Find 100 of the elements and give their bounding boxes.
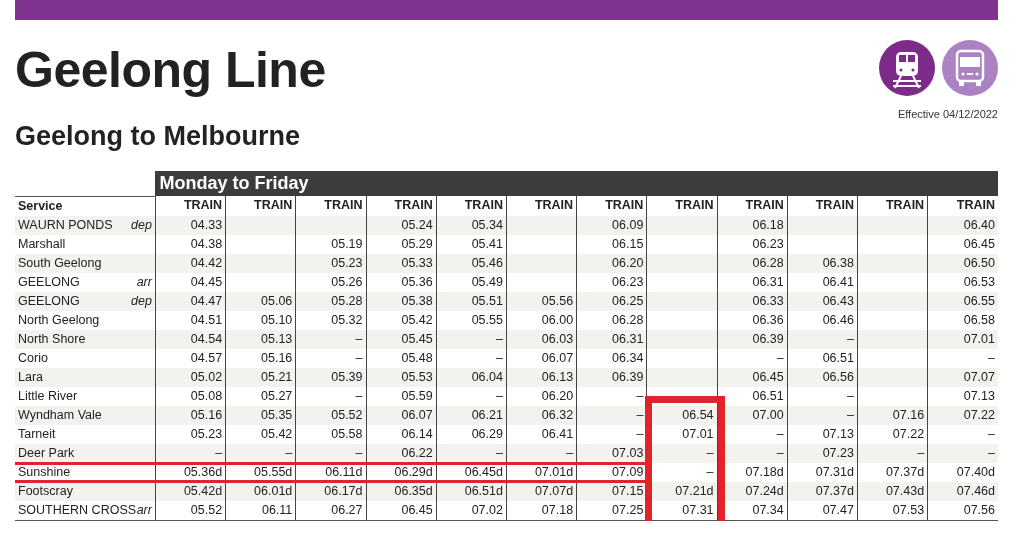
- time-cell: 07.01d: [534, 463, 574, 480]
- time-cell: 07.56: [963, 501, 995, 518]
- time-cell: 07.18d: [745, 463, 784, 480]
- time-cell: 04.42: [190, 254, 223, 271]
- station-name: Wyndham Vale: [18, 406, 102, 423]
- time-cell: 06.20: [541, 387, 574, 404]
- time-cell: 07.21d: [675, 482, 714, 499]
- time-cell: 06.51d: [464, 482, 503, 499]
- time-cell: –: [988, 349, 995, 366]
- time-cell: 06.29: [471, 425, 503, 442]
- time-cell: 07.03: [612, 444, 644, 461]
- time-cell: 04.33: [190, 216, 223, 233]
- column-header: TRAIN: [506, 196, 577, 216]
- time-cell: 06.45: [752, 368, 784, 385]
- time-cell: 06.18: [752, 216, 784, 233]
- time-cell: 05.21: [261, 368, 293, 385]
- time-cell: 05.16: [190, 406, 223, 423]
- time-cell: 05.13: [261, 330, 293, 347]
- column-header: TRAIN: [857, 196, 928, 216]
- time-cell: 06.01d: [254, 482, 293, 499]
- time-cell: –: [847, 387, 854, 404]
- stop-type-label: dep: [131, 292, 152, 309]
- train-icon: [879, 40, 935, 96]
- time-cell: 07.01: [682, 425, 714, 442]
- time-cell: 06.11d: [325, 463, 363, 480]
- time-cell: 07.53: [892, 501, 925, 518]
- time-cell: 05.35: [261, 406, 293, 423]
- time-cell: 06.50: [963, 254, 995, 271]
- stop-type-label: arr: [136, 273, 152, 290]
- time-cell: –: [988, 444, 995, 461]
- station-name: Lara: [18, 368, 44, 385]
- time-cell: 06.28: [752, 254, 784, 271]
- time-cell: 06.00: [541, 311, 574, 328]
- column-header: TRAIN: [717, 196, 788, 216]
- time-cell: 05.33: [401, 254, 433, 271]
- time-cell: 05.16: [261, 349, 293, 366]
- time-cell: 05.38: [401, 292, 433, 309]
- time-cell: 05.32: [331, 311, 363, 328]
- time-cell: 06.51: [822, 349, 854, 366]
- time-cell: 05.55d: [254, 463, 293, 480]
- time-cell: 07.09: [612, 463, 644, 480]
- time-cell: 04.51: [190, 311, 223, 328]
- time-cell: 06.23: [752, 235, 784, 252]
- time-cell: 06.39: [612, 368, 644, 385]
- time-cell: –: [495, 349, 503, 366]
- time-cell: 07.23: [822, 444, 854, 461]
- time-cell: 06.23: [612, 273, 644, 290]
- stop-type-label: arr: [136, 501, 152, 518]
- time-cell: 05.34: [471, 216, 503, 233]
- time-cell: 04.47: [190, 292, 223, 309]
- time-cell: 06.56: [822, 368, 854, 385]
- time-cell: –: [285, 444, 293, 461]
- time-cell: 05.41: [471, 235, 503, 252]
- time-cell: 07.34: [752, 501, 784, 518]
- time-cell: –: [776, 444, 784, 461]
- time-cell: 05.53: [401, 368, 433, 385]
- time-cell: –: [495, 444, 503, 461]
- station-name: SOUTHERN CROSS: [18, 501, 137, 518]
- time-cell: –: [636, 406, 644, 423]
- section-title: Geelong to Melbourne: [15, 120, 301, 152]
- time-cell: 05.56: [541, 292, 574, 309]
- time-cell: 06.22: [401, 444, 433, 461]
- time-cell: –: [917, 444, 925, 461]
- time-cell: 05.52: [331, 406, 363, 423]
- time-cell: 07.01: [963, 330, 995, 347]
- column-header: TRAIN: [366, 196, 437, 216]
- time-cell: 06.11: [261, 501, 293, 518]
- time-cell: 05.42d: [183, 482, 223, 499]
- time-cell: 06.36: [752, 311, 784, 328]
- time-cell: –: [566, 444, 574, 461]
- time-cell: 06.31: [752, 273, 784, 290]
- column-header: TRAIN: [927, 196, 998, 216]
- time-cell: 06.39: [752, 330, 784, 347]
- time-cell: 06.07: [541, 349, 574, 366]
- day-header: Monday to Friday: [155, 171, 998, 196]
- time-cell: 05.59: [401, 387, 433, 404]
- time-cell: –: [636, 387, 644, 404]
- time-cell: 07.13: [963, 387, 995, 404]
- time-cell: 06.20: [612, 254, 644, 271]
- time-cell: 07.40d: [956, 463, 995, 480]
- time-cell: 06.31: [612, 330, 644, 347]
- time-cell: 05.48: [401, 349, 433, 366]
- time-cell: 05.23: [190, 425, 223, 442]
- column-header: TRAIN: [295, 196, 366, 216]
- time-cell: 06.13: [541, 368, 574, 385]
- page-title: Geelong Line: [15, 42, 326, 98]
- station-name: Tarneit: [18, 425, 56, 442]
- time-cell: 06.03: [541, 330, 574, 347]
- time-cell: 07.37d: [815, 482, 854, 499]
- station-name: Sunshine: [18, 463, 71, 480]
- time-cell: 04.38: [190, 235, 223, 252]
- station-name: Marshall: [18, 235, 66, 252]
- station-name: WAURN PONDS: [18, 216, 113, 233]
- time-cell: –: [215, 444, 223, 461]
- time-cell: –: [776, 349, 784, 366]
- time-cell: 05.51: [471, 292, 503, 309]
- time-cell: 05.36d: [183, 463, 223, 480]
- time-cell: –: [355, 444, 363, 461]
- time-cell: –: [495, 387, 503, 404]
- time-cell: 07.13: [822, 425, 854, 442]
